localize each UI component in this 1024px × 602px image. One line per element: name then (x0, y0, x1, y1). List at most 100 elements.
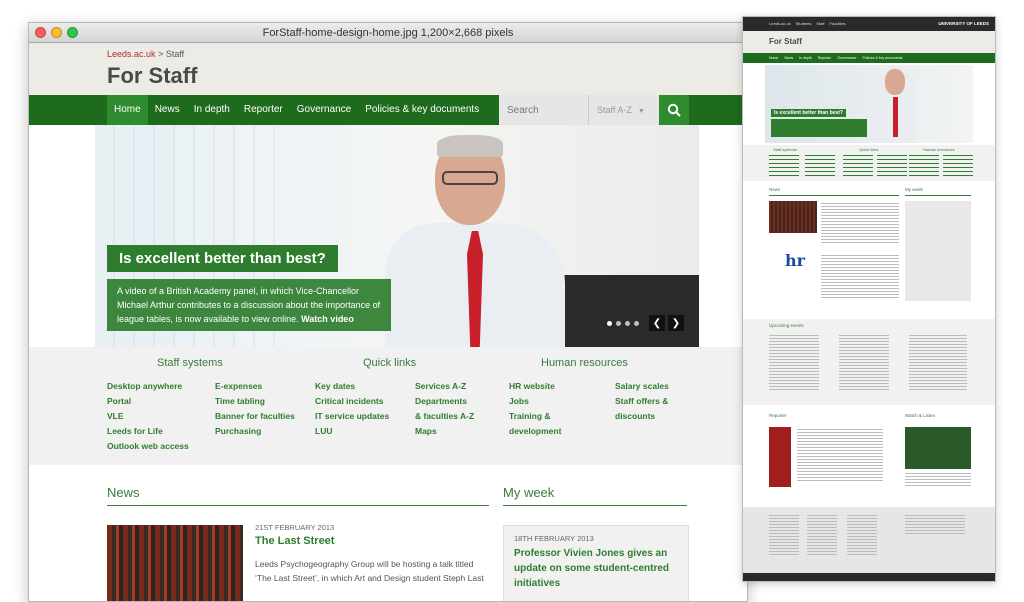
carousel-dot[interactable] (625, 321, 630, 326)
minimize-window-button[interactable] (51, 27, 62, 38)
quick-links-col2: Services A-Z Departments & faculties A-Z… (415, 379, 474, 439)
news-divider (107, 505, 489, 506)
link-luu[interactable]: LUU (315, 424, 389, 439)
search-input[interactable] (499, 95, 588, 125)
my-week-date: 18TH FEBRUARY 2013 (514, 534, 594, 543)
page-title: For Staff (107, 63, 198, 88)
nav-item-news[interactable]: News (148, 95, 187, 125)
carousel-dot[interactable] (607, 321, 612, 326)
my-week-heading: My week (503, 485, 555, 500)
site-header: Leeds.ac.uk > Staff For Staff (29, 43, 747, 95)
carousel-next-icon[interactable]: ❯ (668, 315, 684, 331)
thumb-nav: Home News In depth Reporter Governance P… (743, 53, 995, 63)
nav-item-in-depth[interactable]: In depth (187, 95, 237, 125)
link-portal[interactable]: Portal (107, 394, 189, 409)
staff-az-label: Staff A-Z (597, 105, 632, 115)
link-purchasing[interactable]: Purchasing (215, 424, 295, 439)
thumb-news-heading: News (769, 187, 781, 192)
news-title-link[interactable]: The Last Street (255, 535, 334, 547)
breadcrumb-current: Staff (165, 49, 185, 59)
link-jobs[interactable]: Jobs (509, 394, 561, 409)
thumb-header: For Staff (743, 31, 995, 53)
link-desktop-anywhere[interactable]: Desktop anywhere (107, 379, 189, 394)
carousel-dot[interactable] (616, 321, 621, 326)
staff-az-select[interactable]: Staff A-Z ▼ (589, 95, 659, 125)
thumb-title: For Staff (769, 37, 802, 46)
hero-heading[interactable]: Is excellent better than best? (107, 245, 338, 272)
link-salary-scales[interactable]: Salary scales (615, 379, 669, 394)
thumb-col-heading: Staff systems (773, 147, 797, 152)
thumb-topbar: Leeds.ac.uk Students Staff Faculties UNI… (743, 17, 995, 31)
link-departments[interactable]: Departments (415, 394, 474, 409)
news-date: 21ST FEBRUARY 2013 (255, 523, 335, 532)
news-thumbnail-image[interactable] (107, 525, 243, 601)
carousel-dot[interactable] (634, 321, 639, 326)
window-titlebar: ForStaff-home-design-home.jpg 1,200×2,66… (29, 23, 747, 43)
news-summary: Leeds Psychogeography Group will be host… (255, 559, 484, 583)
caret-down-icon: ▼ (637, 108, 645, 115)
hr-heading: Human resources (541, 357, 628, 369)
link-banner[interactable]: Banner for faculties (215, 409, 295, 424)
nav-item-reporter[interactable]: Reporter (237, 95, 290, 125)
link-it-service-updates[interactable]: IT service updates (315, 409, 389, 424)
news-heading: News (107, 485, 140, 500)
thumb-my-week-heading: My week (905, 187, 923, 192)
thumb-hero: Is excellent better than best? (765, 65, 973, 143)
staff-systems-col1: Desktop anywhere Portal VLE Leeds for Li… (107, 379, 189, 454)
link-e-expenses[interactable]: E-expenses (215, 379, 295, 394)
thumb-nav-item: Reporter (817, 56, 832, 60)
search-button[interactable] (659, 95, 689, 125)
link-leeds-for-life[interactable]: Leeds for Life (107, 424, 189, 439)
search-field (499, 95, 589, 125)
thumb-toplink: Leeds.ac.uk (769, 21, 791, 26)
link-outlook[interactable]: Outlook web access (107, 439, 189, 454)
nav-item-policies[interactable]: Policies & key documents (358, 95, 486, 125)
hr-col1: HR website Jobs Training & development (509, 379, 561, 439)
link-development[interactable]: development (509, 424, 561, 439)
thumb-events: Upcoming events (743, 319, 995, 405)
thumb-toplink: Staff (816, 21, 825, 26)
thumb-col-heading: Quick links (859, 147, 879, 152)
watch-video-link[interactable]: Watch video (301, 314, 354, 324)
thumb-toplink: Faculties (829, 21, 846, 26)
thumb-university-logo: UNIVERSITY OF LEEDS (938, 21, 989, 26)
close-window-button[interactable] (35, 27, 46, 38)
quick-links-heading: Quick links (363, 357, 417, 369)
thumb-nav-item: News (784, 56, 794, 60)
carousel-dots (607, 321, 639, 326)
thumb-hero-heading: Is excellent better than best? (771, 109, 846, 117)
my-week-divider (503, 505, 687, 506)
staff-systems-col2: E-expenses Time tabling Banner for facul… (215, 379, 295, 439)
thumb-bottom-bar (743, 573, 995, 581)
nav-item-governance[interactable]: Governance (290, 95, 358, 125)
link-critical-incidents[interactable]: Critical incidents (315, 394, 389, 409)
breadcrumb: Leeds.ac.uk > Staff (107, 49, 184, 59)
zoom-window-button[interactable] (67, 27, 78, 38)
link-key-dates[interactable]: Key dates (315, 379, 389, 394)
link-staff-offers[interactable]: Staff offers & (615, 394, 669, 409)
thumb-toplink: Students (795, 21, 812, 26)
hero-caption: A video of a British Academy panel, in w… (107, 279, 391, 331)
link-vle[interactable]: VLE (107, 409, 189, 424)
breadcrumb-link-home[interactable]: Leeds.ac.uk (107, 49, 156, 59)
breadcrumb-separator: > (155, 49, 166, 59)
thumb-nav-item: Home (769, 56, 779, 60)
hero-photo-person (385, 131, 565, 347)
preview-window: ForStaff-home-design-home.jpg 1,200×2,66… (28, 22, 748, 602)
link-discounts[interactable]: discounts (615, 409, 669, 424)
search-icon (667, 103, 681, 117)
thumb-nav-item: Governance (837, 56, 857, 60)
my-week-card: 18TH FEBRUARY 2013 Professor Vivien Jone… (503, 525, 689, 601)
quick-links-col1: Key dates Critical incidents IT service … (315, 379, 389, 439)
nav-item-home[interactable]: Home (107, 95, 148, 125)
thumb-reporter-heading: Reporter (769, 413, 787, 418)
link-hr-website[interactable]: HR website (509, 379, 561, 394)
carousel-prev-icon[interactable]: ❮ (649, 315, 665, 331)
link-time-tabling[interactable]: Time tabling (215, 394, 295, 409)
link-training[interactable]: Training & (509, 409, 561, 424)
thumb-events-heading: Upcoming events (769, 323, 804, 328)
link-faculties-az[interactable]: & faculties A-Z (415, 409, 474, 424)
my-week-title-link[interactable]: Professor Vivien Jones gives an update o… (514, 546, 684, 591)
link-services-az[interactable]: Services A-Z (415, 379, 474, 394)
link-maps[interactable]: Maps (415, 424, 474, 439)
